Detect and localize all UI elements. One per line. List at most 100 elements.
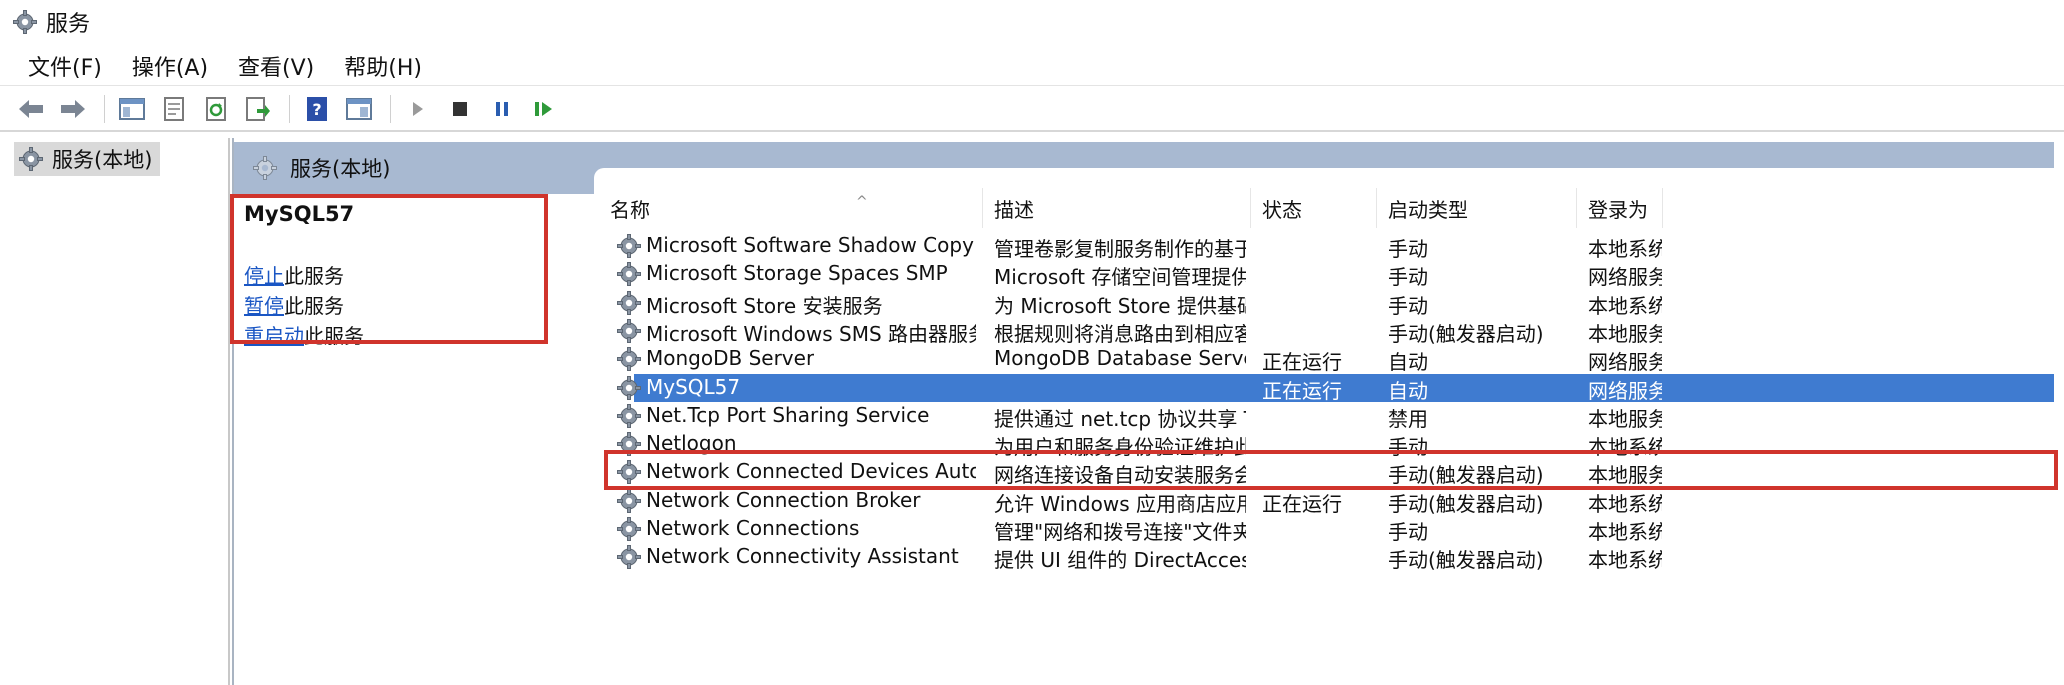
sort-ascending-icon: ^ <box>856 194 868 210</box>
cell-description: 管理"网络和拨号连接"文件夹中对... <box>994 520 1246 544</box>
menu-file[interactable]: 文件(F) <box>28 50 102 82</box>
cell-startup-type: 手动(触发器启动) <box>1388 548 1544 573</box>
cell-log-on-as: 本地系统 <box>1588 520 1662 544</box>
cell-description: 根据规则将消息路由到相应客户 <box>994 321 1246 346</box>
services-gear-icon <box>12 9 38 35</box>
service-gear-icon <box>616 403 642 429</box>
toolbar: ? <box>0 88 2064 132</box>
export-list-icon[interactable] <box>243 94 273 124</box>
table-row[interactable]: Microsoft Software Shadow Copy Provider 管… <box>594 232 2054 261</box>
table-row[interactable]: Net.Tcp Port Sharing Service 提供通过 net.tcp… <box>594 402 2054 431</box>
services-gear-icon <box>18 146 44 172</box>
cell-log-on-as: 本地系统 <box>1588 491 1662 516</box>
services-pane: 服务(本地) MySQL57 停止此服务 暂停此服务 重启动此服务 ^ 名称 描… <box>230 138 2064 685</box>
service-gear-icon <box>616 318 642 344</box>
column-divider[interactable] <box>1250 188 1251 228</box>
services-list: ^ 名称 描述 状态 启动类型 登录为 Microsoft Software S… <box>594 168 2054 685</box>
view-icon[interactable] <box>344 94 374 124</box>
cell-description: Microsoft 存储空间管理提供程序... <box>994 265 1246 290</box>
cell-name: Microsoft Software Shadow Copy Provider <box>646 233 976 257</box>
table-row[interactable]: Network Connections 管理"网络和拨号连接"文件夹中对... 手动… <box>594 515 2054 544</box>
show-hide-tree-icon[interactable] <box>117 94 147 124</box>
restart-service-icon[interactable] <box>529 94 559 124</box>
service-gear-icon <box>616 290 642 316</box>
cell-log-on-as: 本地系统 <box>1588 293 1662 318</box>
cell-name: Microsoft Store 安装服务 <box>646 293 883 318</box>
table-row[interactable]: Microsoft Store 安装服务 为 Microsoft Store 提供… <box>594 289 2054 318</box>
cell-startup-type: 手动(触发器启动) <box>1388 491 1544 516</box>
cell-startup-type: 手动 <box>1388 293 1428 318</box>
back-icon[interactable] <box>16 94 46 124</box>
cell-description: 管理卷影复制服务制作的基于软... <box>994 237 1246 261</box>
table-row[interactable]: Network Connection Broker 允许 Windows 应用商店… <box>594 487 2054 516</box>
column-header-startup-type[interactable]: 启动类型 <box>1388 194 1468 223</box>
column-header-name[interactable]: 名称 <box>610 194 650 223</box>
cell-startup-type: 禁用 <box>1388 406 1428 431</box>
table-row[interactable]: MongoDB Server MongoDB Database Server 正在运… <box>594 345 2054 375</box>
properties-icon[interactable] <box>159 94 189 124</box>
tree-item-services-local[interactable]: 服务(本地) <box>14 142 161 176</box>
column-divider[interactable] <box>1662 188 1663 228</box>
toolbar-separator <box>390 95 391 123</box>
highlight-box-selected-row <box>604 450 2058 490</box>
menu-help[interactable]: 帮助(H) <box>344 50 422 82</box>
cell-startup-type: 自动 <box>1388 350 1428 375</box>
cell-log-on-as: 网络服务 <box>1588 265 1662 290</box>
cell-name: Microsoft Storage Spaces SMP <box>646 261 948 286</box>
tree-item-label: 服务(本地) <box>52 148 153 172</box>
cell-name: Network Connectivity Assistant <box>646 544 959 569</box>
refresh-icon[interactable] <box>201 94 231 124</box>
console-tree: 服务(本地) <box>10 138 230 685</box>
cell-name: Net.Tcp Port Sharing Service <box>646 402 930 427</box>
service-gear-icon <box>616 346 642 372</box>
table-row[interactable]: Network Connectivity Assistant 提供 UI 组件的 … <box>594 543 2054 573</box>
service-gear-icon <box>616 375 642 401</box>
column-header-description[interactable]: 描述 <box>994 194 1034 223</box>
column-divider[interactable] <box>1376 188 1377 228</box>
cell-name: Network Connections <box>646 516 860 540</box>
service-gear-icon <box>616 261 642 287</box>
cell-log-on-as: 本地系统 <box>1588 237 1662 261</box>
cell-log-on-as: 网络服务 <box>1588 378 1662 403</box>
toolbar-separator <box>104 95 105 123</box>
cell-startup-type: 手动 <box>1388 520 1428 544</box>
service-gear-icon <box>616 488 642 514</box>
cell-description: 为 Microsoft Store 提供基础结构... <box>994 293 1246 318</box>
cell-name: MySQL57 <box>646 374 741 399</box>
cell-startup-type: 手动(触发器启动) <box>1388 321 1544 346</box>
menu-view[interactable]: 查看(V) <box>238 50 314 82</box>
column-header-status[interactable]: 状态 <box>1262 194 1302 223</box>
menu-bar: 文件(F) 操作(A) 查看(V) 帮助(H) <box>0 46 2064 86</box>
cell-startup-type: 手动 <box>1388 265 1428 290</box>
table-row[interactable]: Microsoft Windows SMS 路由器服务。 根据规则将消息路由到相应… <box>594 317 2054 346</box>
cell-description: 允许 Windows 应用商店应用从 In... <box>994 491 1246 516</box>
list-header: ^ 名称 描述 状态 启动类型 登录为 <box>594 188 2054 228</box>
cell-log-on-as: 本地服务 <box>1588 321 1662 346</box>
cell-name: Microsoft Windows SMS 路由器服务。 <box>646 321 976 346</box>
service-gear-icon <box>616 233 642 259</box>
stop-service-icon[interactable] <box>445 94 475 124</box>
table-row-selected[interactable]: MySQL57 正在运行 自动 网络服务 <box>594 373 2054 411</box>
column-divider[interactable] <box>982 188 983 228</box>
toolbar-separator <box>289 95 290 123</box>
menu-action[interactable]: 操作(A) <box>132 50 208 82</box>
table-row[interactable]: Microsoft Storage Spaces SMP Microsoft 存储… <box>594 260 2054 290</box>
cell-description: MongoDB Database Server <box>994 346 1246 371</box>
column-header-log-on-as[interactable]: 登录为 <box>1588 194 1648 223</box>
start-service-icon[interactable] <box>403 94 433 124</box>
cell-log-on-as: 本地服务 <box>1588 406 1662 431</box>
window-title: 服务 <box>46 12 91 37</box>
cell-name: Network Connection Broker <box>646 487 921 512</box>
cell-description: 提供 UI 组件的 DirectAccess 状态 <box>994 548 1246 573</box>
forward-icon[interactable] <box>58 94 88 124</box>
cell-startup-type: 自动 <box>1388 378 1428 403</box>
cell-status: 正在运行 <box>1262 491 1342 516</box>
cell-log-on-as: 本地系统 <box>1588 548 1662 573</box>
help-icon[interactable]: ? <box>302 94 332 124</box>
highlight-box-detail <box>230 194 548 344</box>
services-gear-icon <box>252 155 278 181</box>
pause-service-icon[interactable] <box>487 94 517 124</box>
column-divider[interactable] <box>1576 188 1577 228</box>
cell-description: 提供通过 net.tcp 协议共享 TCP ... <box>994 406 1246 431</box>
title-bar: 服务 <box>0 0 2064 44</box>
